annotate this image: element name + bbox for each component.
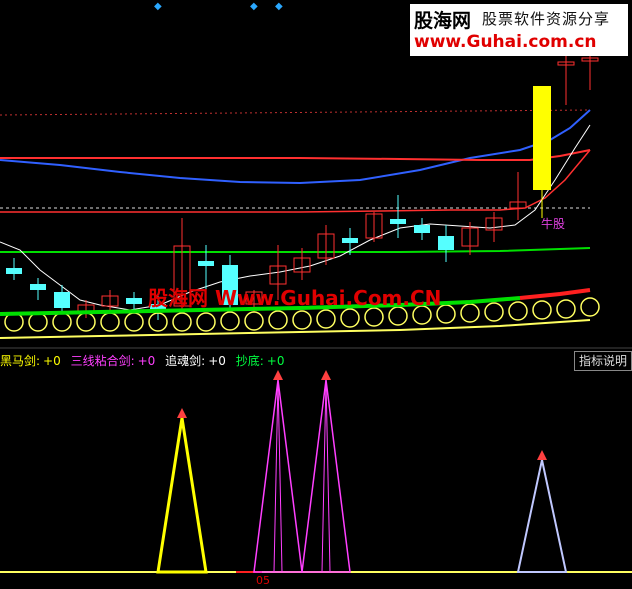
logo-banner: 股海网 股票软件资源分享 www.Guhai.com.cn [410,4,628,56]
logo-url: www.Guhai.com.cn [414,32,597,52]
diamond-marker-icon: ◆ [154,1,162,12]
ma-red-line [0,149,591,161]
indicator-sanxian: 三线粘合剑: +0 [70,354,156,368]
indicator-zhuihun: 追魂剑: +0 [165,354,226,368]
diamond-marker-icon: ◆ [275,1,283,12]
ref-line-top [0,109,591,116]
indicator-help-button[interactable]: 指标说明 [573,351,632,371]
indicator-chaodi: 抄底: +0 [235,354,285,368]
ma-blue-line [0,109,591,185]
niugu-label: 牛股 [541,217,566,231]
indicator-bar: 黑马剑: +0 三线粘合剑: +0 追魂剑: +0 抄底: +0 [0,352,632,370]
candles [6,30,599,320]
red-band [519,288,591,300]
logo-tagline: 股票软件资源分享 [482,10,611,28]
signal-sanxian-2 [301,379,351,573]
diamond-marker-icon: ◆ [250,1,258,12]
yellow-band [0,319,591,339]
x-axis-tick: 05 [256,574,270,587]
indicator-heima: 黑马剑: +0 [0,354,61,368]
signal-heima [156,417,208,574]
signal-sanxian-1 [253,379,303,573]
signal-zhuihun [516,459,568,573]
watermark-text: 股海网 Www.Guhai.Com.CN [148,286,442,310]
ma-green-line [0,247,591,253]
up-arrow-icon [177,370,547,460]
logo-brand: 股海网 [414,10,472,32]
